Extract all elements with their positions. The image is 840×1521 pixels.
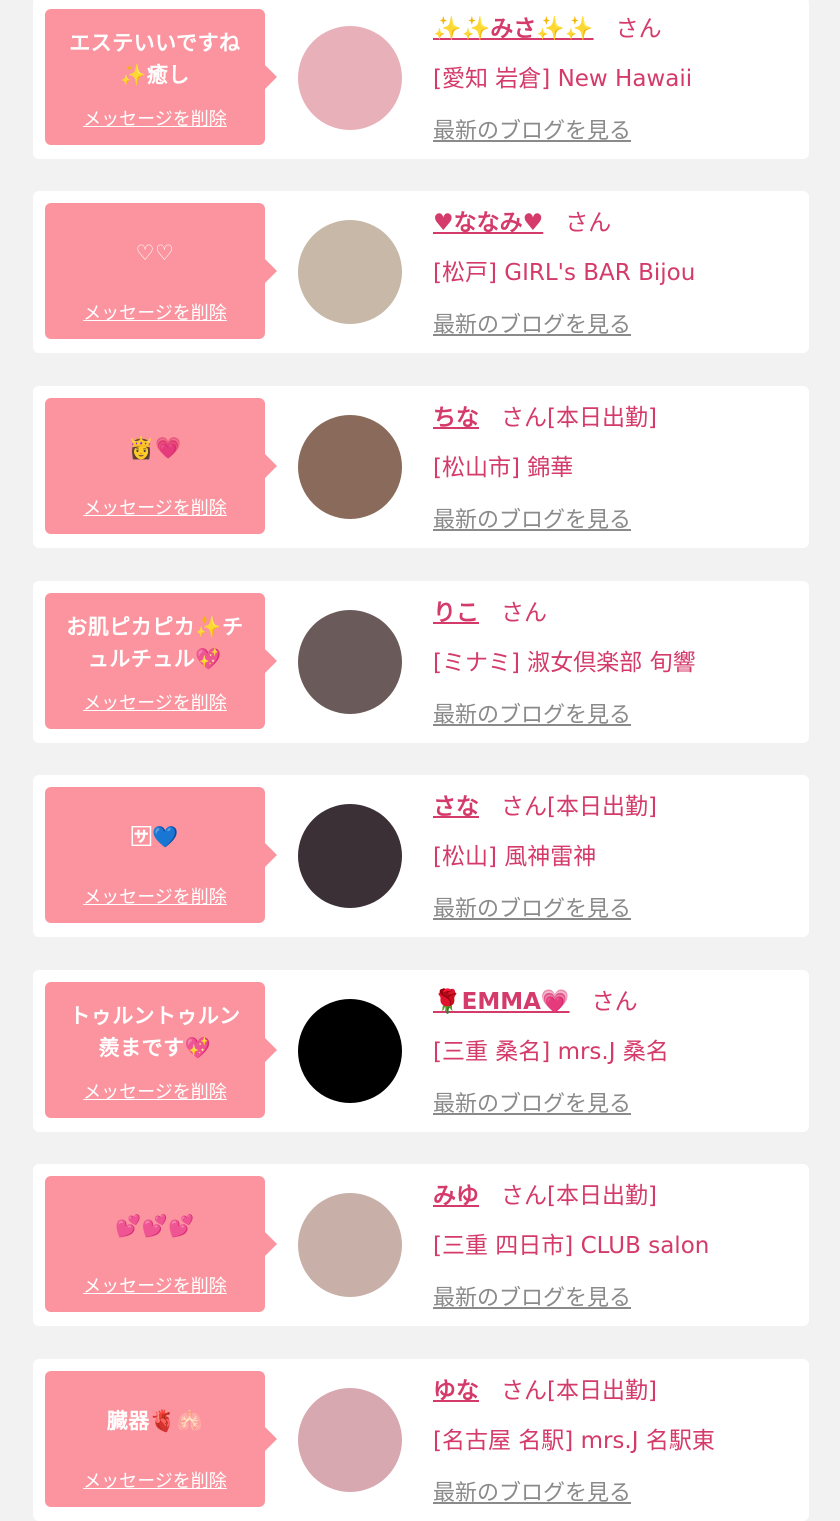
shop-info: [名古屋 名駅] mrs.J 名駅東 [433,1428,715,1454]
avatar[interactable] [298,220,402,324]
san-label: さん [501,1378,547,1404]
name-line: さな さん[本日出勤] [433,787,657,821]
latest-blog-link[interactable]: 最新のブログを見る [433,1475,631,1507]
shop-info: [松戸] GIRL's BAR Bijou [433,260,696,286]
san-label: さん [501,600,547,626]
name-line: ✨✨みさ✨✨ さん [433,9,662,43]
san-label: さん [591,989,638,1015]
name-line: りこ さん [433,593,547,627]
latest-blog-link[interactable]: 最新のブログを見る [433,1280,631,1312]
message-card: 臓器🫀🫁 メッセージを削除 ゆな さん[本日出勤] [名古屋 名駅] mrs.J … [33,1359,809,1521]
user-name-link[interactable]: ゆな [433,1378,479,1404]
shop-info: [三重 桑名] mrs.J 桑名 [433,1039,669,1065]
message-card: お肌ピカピカ✨チ ュルチュル💖 メッセージを削除 りこ さん [ミナミ] 淑女倶楽… [33,581,809,743]
avatar[interactable] [298,26,402,130]
name-line: ちな さん[本日出勤] [433,398,657,432]
message-card: トゥルントゥルン 羨まです💖 メッセージを削除 🌹EMMA💗 さん [三重 桑名]… [33,970,809,1132]
delete-message-link[interactable]: メッセージを削除 [45,105,265,131]
message-bubble: 👸💗 メッセージを削除 [45,398,277,534]
status-text: [本日出勤] [547,1378,657,1404]
delete-message-link[interactable]: メッセージを削除 [45,1467,265,1493]
delete-message-link[interactable]: メッセージを削除 [45,883,265,909]
message-card: エステいいですね ✨癒し メッセージを削除 ✨✨みさ✨✨ さん [愛知 岩倉] N… [33,0,809,159]
message-bubble: 臓器🫀🫁 メッセージを削除 [45,1371,277,1507]
name-line: みゆ さん[本日出勤] [433,1176,657,1210]
san-label: さん [501,794,547,820]
message-text: 臓器🫀🫁 [106,1409,204,1433]
latest-blog-link[interactable]: 最新のブログを見る [433,697,631,729]
latest-blog-link[interactable]: 最新のブログを見る [433,502,631,534]
san-label: さん [501,1183,547,1209]
latest-blog-link[interactable]: 最新のブログを見る [433,113,631,145]
avatar[interactable] [298,999,402,1103]
status-text: [本日出勤] [547,405,657,431]
shop-info: [ミナミ] 淑女倶楽部 旬響 [433,650,696,676]
avatar[interactable] [298,610,402,714]
message-bubble: 💕💕💕 メッセージを削除 [45,1176,277,1312]
san-label: さん [565,210,612,236]
delete-message-link[interactable]: メッセージを削除 [45,1272,265,1298]
message-text: ♡♡ [135,241,175,265]
status-text: [本日出勤] [547,794,657,820]
message-text: エステいいですね ✨癒し [69,31,241,87]
user-name-link[interactable]: みゆ [433,1183,479,1209]
avatar[interactable] [298,1193,402,1297]
status-text: [本日出勤] [547,1183,657,1209]
message-text: 💕💕💕 [115,1214,195,1238]
shop-info: [三重 四日市] CLUB salon [433,1233,710,1259]
avatar[interactable] [298,1388,402,1492]
shop-info: [松山市] 錦華 [433,455,574,481]
delete-message-link[interactable]: メッセージを削除 [45,494,265,520]
shop-info: [愛知 岩倉] New Hawaii [433,66,693,92]
message-bubble: トゥルントゥルン 羨まです💖 メッセージを削除 [45,982,277,1118]
user-name-link[interactable]: ♥ななみ♥ [433,210,543,236]
user-name-link[interactable]: さな [433,794,479,820]
message-card: 👸💗 メッセージを削除 ちな さん[本日出勤] [松山市] 錦華 最新のブログを見… [33,386,809,548]
message-card: 💕💕💕 メッセージを削除 みゆ さん[本日出勤] [三重 四日市] CLUB sa… [33,1164,809,1326]
message-text: お肌ピカピカ✨チ ュルチュル💖 [66,615,244,671]
message-bubble: エステいいですね ✨癒し メッセージを削除 [45,9,277,145]
user-name-link[interactable]: ✨✨みさ✨✨ [433,16,594,42]
message-card: 🈂💙 メッセージを削除 さな さん[本日出勤] [松山] 風神雷神 最新のブログを… [33,775,809,937]
message-bubble: 🈂💙 メッセージを削除 [45,787,277,923]
latest-blog-link[interactable]: 最新のブログを見る [433,1086,631,1118]
user-name-link[interactable]: 🌹EMMA💗 [433,989,570,1015]
san-label: さん [501,405,547,431]
message-bubble: お肌ピカピカ✨チ ュルチュル💖 メッセージを削除 [45,593,277,729]
avatar[interactable] [298,415,402,519]
avatar[interactable] [298,804,402,908]
message-text: 👸💗 [128,436,182,460]
user-name-link[interactable]: ちな [433,405,479,431]
name-line: ゆな さん[本日出勤] [433,1371,657,1405]
san-label: さん [615,16,662,42]
latest-blog-link[interactable]: 最新のブログを見る [433,307,631,339]
shop-info: [松山] 風神雷神 [433,844,597,870]
message-text: トゥルントゥルン 羨まです💖 [69,1004,241,1060]
delete-message-link[interactable]: メッセージを削除 [45,299,265,325]
user-name-link[interactable]: りこ [433,600,479,626]
delete-message-link[interactable]: メッセージを削除 [45,689,265,715]
message-card: ♡♡ メッセージを削除 ♥ななみ♥ さん [松戸] GIRL's BAR Bijo… [33,191,809,353]
message-text: 🈂💙 [130,825,180,849]
message-bubble: ♡♡ メッセージを削除 [45,203,277,339]
name-line: 🌹EMMA💗 さん [433,982,638,1016]
delete-message-link[interactable]: メッセージを削除 [45,1078,265,1104]
name-line: ♥ななみ♥ さん [433,203,611,237]
latest-blog-link[interactable]: 最新のブログを見る [433,891,631,923]
